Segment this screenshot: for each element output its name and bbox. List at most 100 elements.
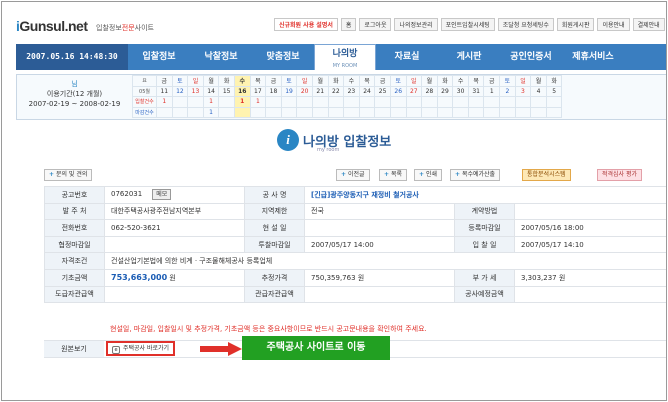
calendar-cell[interactable] — [265, 106, 282, 118]
calendar-cell[interactable] — [499, 106, 516, 118]
calendar-cell[interactable] — [405, 96, 423, 108]
calendar-cell[interactable] — [436, 106, 454, 118]
calendar-cell[interactable]: 11 — [156, 85, 173, 97]
calendar-cell[interactable]: 1 — [249, 96, 267, 108]
calendar-cell[interactable]: 26 — [389, 85, 407, 97]
calendar-cell[interactable] — [389, 106, 407, 118]
calendar-cell[interactable] — [530, 106, 547, 118]
calendar-cell[interactable] — [358, 96, 376, 108]
calendar-cell[interactable] — [311, 96, 329, 108]
prev-button[interactable]: + 이전글 — [336, 169, 370, 181]
calendar-cell[interactable]: 1 — [202, 106, 220, 118]
calendar-cell[interactable]: 30 — [452, 85, 469, 97]
calendar-cell[interactable]: 1 — [202, 96, 220, 108]
calendar-cell[interactable]: 23 — [343, 85, 360, 97]
calendar-cell[interactable]: 1 — [156, 96, 173, 108]
calendar-cell[interactable]: 5 — [545, 85, 563, 97]
calendar-cell[interactable]: 3 — [514, 85, 532, 97]
calendar-cell[interactable]: 18 — [265, 85, 282, 97]
calendar-cell[interactable]: 22 — [327, 85, 345, 97]
print-button[interactable]: + 인쇄 — [414, 169, 442, 181]
calendar-cell[interactable] — [171, 96, 189, 108]
site-logo[interactable]: iGunsul.net — [16, 18, 88, 34]
toplink-procurement-request[interactable]: 조달청 요청세팅수 — [497, 18, 554, 31]
calendar-cell[interactable] — [452, 106, 469, 118]
calendar-cell[interactable]: 15 — [218, 85, 235, 97]
toplink-usage-guide[interactable]: 이용안내 — [597, 18, 630, 31]
calendar-cell[interactable] — [218, 106, 235, 118]
calendar-cell[interactable] — [358, 106, 376, 118]
calendar-cell[interactable]: 29 — [436, 85, 454, 97]
go-to-site-button[interactable]: 주택공사 사이트로 이동 — [242, 336, 390, 360]
toplink-guide[interactable]: 신규회원 사용 설명서 — [274, 18, 338, 31]
memo-button[interactable]: 메모 — [152, 189, 172, 201]
calendar-cell[interactable] — [343, 96, 360, 108]
tab-partner-service[interactable]: 제휴서비스 — [562, 44, 624, 70]
calendar-cell[interactable] — [296, 96, 313, 108]
calendar-cell[interactable]: 16 — [233, 85, 251, 97]
toplink-home[interactable]: 홈 — [340, 18, 357, 31]
housing-corp-link-button[interactable]: e 주택공사 바로가기 — [106, 341, 176, 356]
calendar-cell[interactable] — [467, 96, 485, 108]
list-button[interactable]: + 목록 — [379, 169, 407, 181]
inquiry-button[interactable]: + 문의 및 견의 — [44, 169, 93, 181]
calendar-cell[interactable] — [545, 96, 563, 108]
calendar-cell[interactable] — [156, 106, 173, 118]
calendar-cell[interactable] — [218, 96, 235, 108]
calendar-cell[interactable] — [405, 106, 423, 118]
calendar-cell[interactable]: 21 — [311, 85, 329, 97]
calendar-cell[interactable] — [389, 96, 407, 108]
calendar-cell[interactable] — [467, 106, 485, 118]
calendar-cell[interactable] — [545, 106, 563, 118]
calendar-cell[interactable] — [249, 106, 267, 118]
calendar-cell[interactable] — [499, 96, 516, 108]
calendar-cell[interactable] — [374, 96, 391, 108]
calendar-cell[interactable] — [171, 106, 189, 118]
calendar-cell[interactable]: 2 — [499, 85, 516, 97]
calendar-cell[interactable]: 13 — [187, 85, 204, 97]
calendar-cell[interactable]: 1 — [483, 85, 501, 97]
toplink-point-setting[interactable]: 포인트입찰시세팅 — [440, 18, 495, 31]
multi-price-button[interactable]: + 복수예가산출 — [450, 169, 501, 181]
calendar-cell[interactable]: 19 — [280, 85, 298, 97]
calendar-cell[interactable] — [327, 96, 345, 108]
calendar-cell[interactable] — [280, 106, 298, 118]
calendar-cell[interactable] — [280, 96, 298, 108]
suitability-review-button[interactable]: 적격심사 평가 — [597, 169, 643, 181]
tab-library[interactable]: 자료실 — [376, 44, 438, 70]
calendar-cell[interactable] — [374, 106, 391, 118]
calendar-cell[interactable] — [187, 96, 204, 108]
calendar-cell[interactable] — [514, 106, 532, 118]
tab-award-info[interactable]: 낙찰정보 — [190, 44, 252, 70]
calendar-cell[interactable]: 17 — [249, 85, 267, 97]
calendar-cell[interactable]: 4 — [530, 85, 547, 97]
calendar-cell[interactable] — [483, 106, 501, 118]
calendar-cell[interactable]: 20 — [296, 85, 313, 97]
toplink-my-info[interactable]: 나의정보관리 — [394, 18, 438, 31]
calendar-cell[interactable] — [265, 96, 282, 108]
calendar-cell[interactable]: 24 — [358, 85, 376, 97]
calendar-cell[interactable]: 28 — [421, 85, 438, 97]
tab-bid-info[interactable]: 입찰정보 — [128, 44, 190, 70]
calendar-cell[interactable]: 1 — [233, 96, 251, 108]
calendar-cell[interactable] — [452, 96, 469, 108]
tab-custom-info[interactable]: 맞춤정보 — [252, 44, 314, 70]
calendar-cell[interactable] — [514, 96, 532, 108]
calendar-cell[interactable] — [530, 96, 547, 108]
calendar-cell[interactable]: 31 — [467, 85, 485, 97]
integrated-analysis-button[interactable]: 통합분석시스템 — [522, 169, 571, 181]
calendar-cell[interactable]: 12 — [171, 85, 189, 97]
calendar-cell[interactable] — [436, 96, 454, 108]
calendar-cell[interactable]: 25 — [374, 85, 391, 97]
toplink-payment-guide[interactable]: 결제안내 — [632, 18, 665, 31]
tab-board[interactable]: 게시판 — [438, 44, 500, 70]
tab-certificate[interactable]: 공인인증서 — [500, 44, 562, 70]
calendar-cell[interactable]: 27 — [405, 85, 423, 97]
calendar-cell[interactable] — [483, 96, 501, 108]
tab-my-room[interactable]: 나의방 MY ROOM — [314, 44, 376, 70]
calendar-cell[interactable] — [421, 106, 438, 118]
calendar-cell[interactable] — [187, 106, 204, 118]
calendar-cell[interactable] — [233, 106, 251, 118]
calendar-cell[interactable] — [296, 106, 313, 118]
calendar-cell[interactable] — [311, 106, 329, 118]
